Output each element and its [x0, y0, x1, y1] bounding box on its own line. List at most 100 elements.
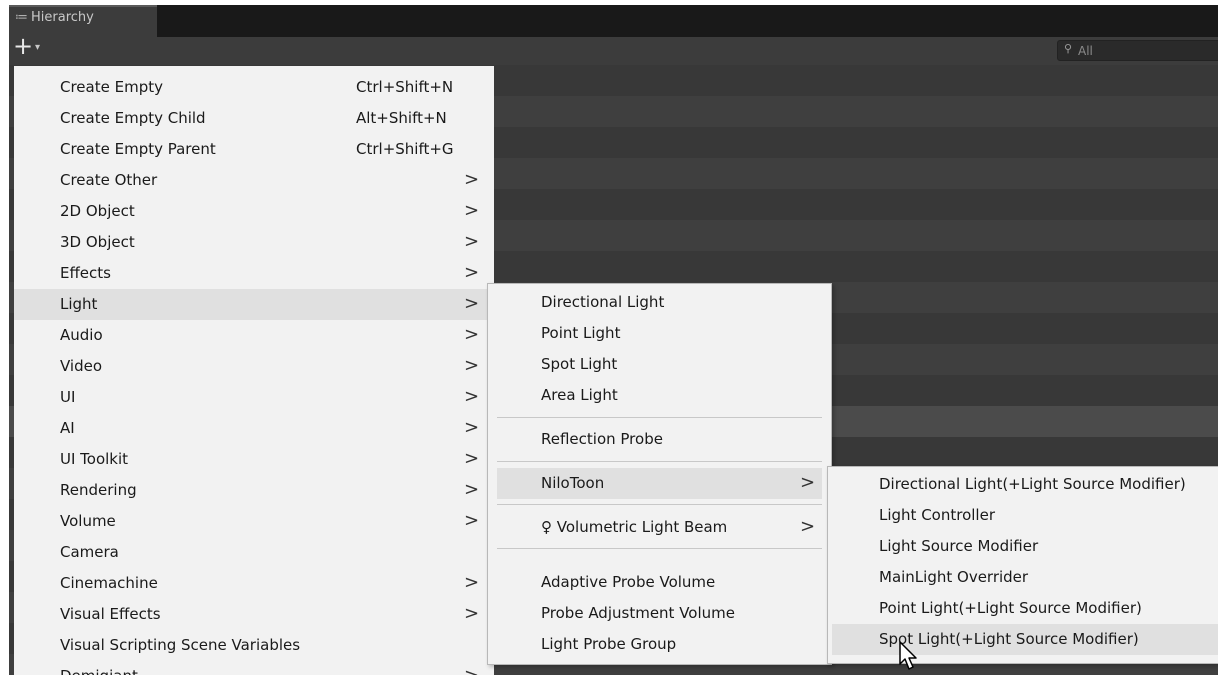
light-menu-item-point-light[interactable]: Point Light [497, 318, 822, 349]
menu-item-label: Create Empty Parent [60, 140, 216, 158]
create-menu-item-ui[interactable]: UI > [14, 382, 494, 413]
menu-item-label: Probe Adjustment Volume [541, 604, 735, 622]
chevron-right-icon: > [464, 510, 480, 531]
menu-item-label: Effects [60, 264, 111, 282]
menu-item-label: Create Empty [60, 78, 163, 96]
create-menu-item-cinemachine[interactable]: Cinemachine > [14, 568, 494, 599]
light-menu-item-directional-light[interactable]: Directional Light [497, 287, 822, 318]
create-menu-item-visual-scripting-scene-variables[interactable]: Visual Scripting Scene Variables [14, 630, 494, 661]
menu-separator [497, 504, 822, 505]
menu-separator [497, 548, 822, 549]
chevron-right-icon: > [464, 324, 480, 345]
create-menu-item-demigiant[interactable]: Demigiant > [14, 661, 494, 675]
create-menu-item-rendering[interactable]: Rendering > [14, 475, 494, 506]
light-menu-item-adaptive-probe-volume[interactable]: Adaptive Probe Volume [497, 567, 822, 598]
chevron-right-icon: > [464, 169, 480, 190]
menu-item-label: Point Light(+Light Source Modifier) [879, 599, 1142, 617]
menu-item-label: AI [60, 419, 75, 437]
menu-item-label: Volume [60, 512, 116, 530]
chevron-right-icon: > [464, 417, 480, 438]
light-menu-item-area-light[interactable]: Area Light [497, 380, 822, 411]
create-menu-item-camera[interactable]: Camera [14, 537, 494, 568]
nilotoon-menu-item-mainlight-overrider[interactable]: MainLight Overrider [832, 562, 1218, 593]
menu-item-label: Adaptive Probe Volume [541, 573, 716, 591]
menu-item-label: Directional Light(+Light Source Modifier… [879, 475, 1186, 493]
menu-item-label: NiloToon [541, 474, 605, 492]
menu-item-label: Point Light [541, 324, 621, 342]
chevron-right-icon: > [464, 355, 480, 376]
create-menu-item-2d-object[interactable]: 2D Object > [14, 196, 494, 227]
nilotoon-submenu: Directional Light(+Light Source Modifier… [827, 466, 1218, 664]
light-menu-item-spot-light[interactable]: Spot Light [497, 349, 822, 380]
chevron-right-icon: > [464, 603, 480, 624]
light-menu-item-probe-adjustment-volume[interactable]: Probe Adjustment Volume [497, 598, 822, 629]
menu-item-label: 3D Object [60, 233, 135, 251]
tab-hierarchy-label: Hierarchy [31, 10, 94, 25]
create-menu-item-3d-object[interactable]: 3D Object > [14, 227, 494, 258]
menu-item-label: UI Toolkit [60, 450, 129, 468]
menu-item-label: Light Controller [879, 506, 995, 524]
plus-icon: + [13, 32, 34, 60]
nilotoon-menu-item-light-source-modifier[interactable]: Light Source Modifier [832, 531, 1218, 562]
chevron-right-icon: > [464, 386, 480, 407]
nilotoon-menu-item-light-controller[interactable]: Light Controller [832, 500, 1218, 531]
menu-item-label: Area Light [541, 386, 618, 404]
menu-separator [497, 461, 822, 462]
unity-editor: ≔ Hierarchy + ▾ ⚲ Create Empty Ctrl+Shift… [0, 0, 1218, 675]
add-button[interactable]: + ▾ [13, 34, 53, 62]
menu-item-label: Audio [60, 326, 103, 344]
chevron-right-icon: > [464, 262, 480, 283]
chevron-right-icon: > [464, 572, 480, 593]
chevron-right-icon: > [464, 448, 480, 469]
create-menu-item-ai[interactable]: AI > [14, 413, 494, 444]
search-icon: ⚲ [1064, 42, 1073, 55]
menu-item-label: Cinemachine [60, 574, 158, 592]
create-menu-item-effects[interactable]: Effects > [14, 258, 494, 289]
create-menu-item-create-empty-parent[interactable]: Create Empty Parent Ctrl+Shift+G [14, 134, 494, 165]
light-menu-item-nilotoon[interactable]: NiloToon > [497, 468, 822, 499]
create-menu-item-light[interactable]: Light > [14, 289, 494, 320]
window-tab-strip [9, 5, 1218, 37]
menu-separator [497, 417, 822, 418]
create-menu-item-create-empty-child[interactable]: Create Empty Child Alt+Shift+N [14, 103, 494, 134]
nilotoon-menu-item-point-light-light-source-modifier[interactable]: Point Light(+Light Source Modifier) [832, 593, 1218, 624]
menu-item-label: ♀ Volumetric Light Beam [541, 518, 728, 536]
menu-item-label: 2D Object [60, 202, 135, 220]
light-menu-item-reflection-probe[interactable]: Reflection Probe [497, 424, 822, 455]
hierarchy-toolbar [9, 37, 1218, 65]
menu-item-label: Video [60, 357, 103, 375]
chevron-right-icon: > [464, 293, 480, 314]
create-menu-item-visual-effects[interactable]: Visual Effects > [14, 599, 494, 630]
menu-item-label: Camera [60, 543, 119, 561]
nilotoon-menu-item-directional-light-light-source-modifier[interactable]: Directional Light(+Light Source Modifier… [832, 469, 1218, 500]
create-menu-item-create-other[interactable]: Create Other > [14, 165, 494, 196]
nilotoon-menu-item-spot-light-light-source-modifier[interactable]: Spot Light(+Light Source Modifier) [832, 624, 1218, 655]
menu-item-label: Visual Scripting Scene Variables [60, 636, 301, 654]
search-field[interactable]: ⚲ [1057, 40, 1218, 61]
light-submenu: Directional Light Point Light Spot Light Ar… [487, 283, 832, 665]
menu-item-label: Create Other [60, 171, 158, 189]
chevron-right-icon: > [464, 479, 480, 500]
create-menu-item-volume[interactable]: Volume > [14, 506, 494, 537]
chevron-down-icon: ▾ [35, 42, 41, 53]
menu-item-label: Light Source Modifier [879, 537, 1039, 555]
light-menu-item-volumetric-light-beam[interactable]: ♀ Volumetric Light Beam > [497, 512, 822, 543]
menu-item-label: Reflection Probe [541, 430, 663, 448]
menu-item-label: Light Probe Group [541, 635, 677, 653]
menu-item-shortcut: Ctrl+Shift+G [356, 140, 454, 158]
create-menu-item-video[interactable]: Video > [14, 351, 494, 382]
menu-item-label: Demigiant [60, 667, 138, 675]
menu-item-shortcut: Ctrl+Shift+N [356, 78, 454, 96]
create-menu-item-ui-toolkit[interactable]: UI Toolkit > [14, 444, 494, 475]
chevron-right-icon: > [800, 516, 816, 537]
chevron-right-icon: > [800, 472, 816, 493]
create-menu-item-create-empty[interactable]: Create Empty Ctrl+Shift+N [14, 72, 494, 103]
menu-item-label: Rendering [60, 481, 137, 499]
search-input[interactable] [1078, 42, 1218, 59]
menu-item-label: UI [60, 388, 76, 406]
menu-item-label: MainLight Overrider [879, 568, 1029, 586]
light-menu-item-light-probe-group[interactable]: Light Probe Group [497, 629, 822, 660]
create-menu-item-audio[interactable]: Audio > [14, 320, 494, 351]
menu-item-label: Create Empty Child [60, 109, 206, 127]
chevron-right-icon: > [464, 200, 480, 221]
